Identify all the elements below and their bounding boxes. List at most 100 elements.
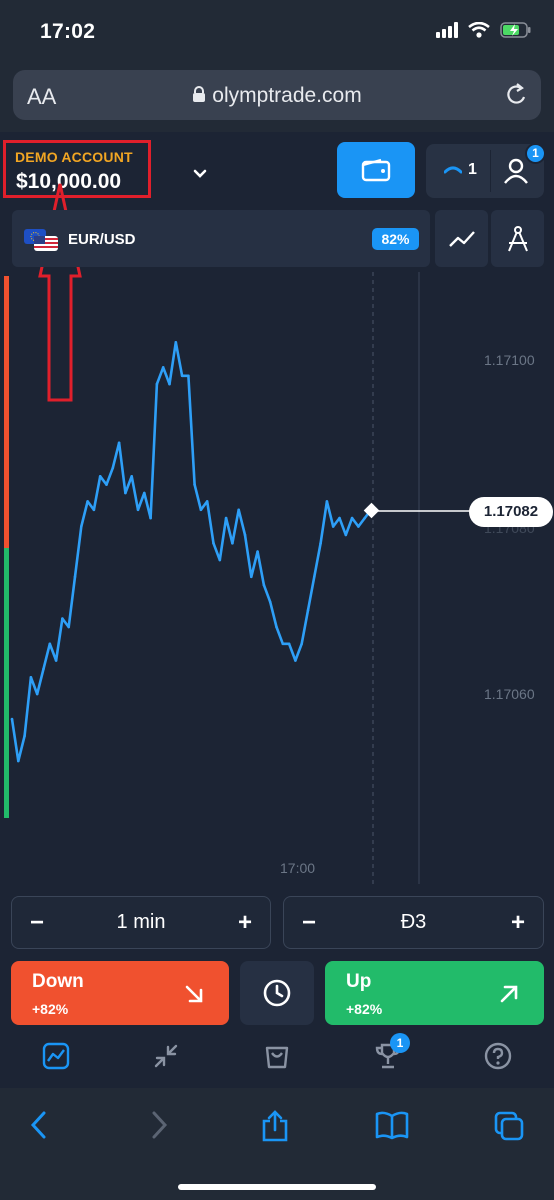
nav-market-bag-icon[interactable] xyxy=(263,1042,291,1070)
price-point xyxy=(313,575,316,579)
price-point xyxy=(117,441,121,445)
chevron-down-icon[interactable] xyxy=(190,168,210,180)
trades-icon[interactable] xyxy=(444,164,462,174)
price-point xyxy=(143,491,146,495)
app-bottom-nav xyxy=(0,1032,554,1088)
price-point xyxy=(48,642,52,646)
ios-status-bar: 17:02 xyxy=(0,0,554,64)
price-point xyxy=(205,500,209,503)
price-point xyxy=(231,542,234,545)
price-point xyxy=(350,516,354,520)
price-point xyxy=(237,508,240,512)
up-button[interactable]: Up +82% xyxy=(325,961,544,1025)
cellular-signal-icon xyxy=(436,22,458,38)
open-trades-count[interactable]: 1 xyxy=(468,161,477,179)
home-indicator xyxy=(178,1184,376,1190)
wallet-button[interactable] xyxy=(337,142,415,198)
price-point xyxy=(29,676,33,679)
account-type-label: DEMO ACCOUNT xyxy=(15,149,133,165)
x-tick-label: 17:00 xyxy=(280,860,316,876)
price-point xyxy=(136,508,140,512)
price-point xyxy=(149,516,152,520)
price-chart[interactable]: 1.17100 1.17080 1.17060 17:00 1.17082 xyxy=(0,272,554,884)
asset-selector[interactable]: EUR/USD 82% xyxy=(12,210,430,267)
price-point xyxy=(23,734,26,738)
arrow-down-right-icon xyxy=(185,985,203,1003)
price-series-line xyxy=(10,341,373,763)
duration-stepper: − 1 min + xyxy=(11,896,271,949)
line-chart-icon xyxy=(448,230,475,247)
price-point xyxy=(111,466,115,470)
down-label: Down xyxy=(32,971,84,992)
price-point xyxy=(300,642,304,646)
price-point xyxy=(256,550,259,553)
nav-help-icon[interactable] xyxy=(484,1042,512,1070)
price-point xyxy=(357,525,360,528)
amount-value[interactable]: Đ3 xyxy=(284,911,543,934)
drawing-tools-button[interactable] xyxy=(491,210,544,267)
price-point xyxy=(338,516,341,520)
price-point xyxy=(105,483,108,486)
price-point xyxy=(224,516,228,520)
amount-plus-button[interactable]: + xyxy=(511,909,525,937)
price-point xyxy=(331,525,335,528)
status-icons xyxy=(436,22,532,38)
status-time: 17:02 xyxy=(40,20,96,43)
nav-trades-arrows-icon[interactable] xyxy=(152,1042,180,1070)
clock-icon xyxy=(263,979,291,1007)
price-point xyxy=(344,533,348,537)
battery-charging-icon xyxy=(500,22,531,38)
price-point xyxy=(319,542,322,545)
up-payout: +82% xyxy=(346,1001,383,1017)
price-point xyxy=(155,382,159,386)
price-point xyxy=(174,341,178,344)
chart-canvas[interactable] xyxy=(0,272,554,884)
price-point xyxy=(193,483,196,486)
price-point xyxy=(168,382,171,386)
price-point xyxy=(124,491,127,495)
price-point xyxy=(54,659,58,662)
duration-value[interactable]: 1 min xyxy=(12,911,270,934)
url-display[interactable]: olymptrade.com xyxy=(13,84,541,108)
price-point xyxy=(86,500,89,503)
price-point xyxy=(180,374,184,378)
expiry-time-button[interactable] xyxy=(240,961,314,1025)
price-point xyxy=(73,575,77,579)
price-point xyxy=(10,717,14,721)
down-payout: +82% xyxy=(32,1001,69,1017)
duration-plus-button[interactable]: + xyxy=(238,909,252,937)
price-point xyxy=(67,625,70,629)
current-price-tag: 1.17082 xyxy=(469,497,553,527)
down-zone-bar xyxy=(4,276,9,548)
y-tick-label: 1.17100 xyxy=(484,352,535,368)
price-point xyxy=(35,692,39,696)
down-button[interactable]: Down +82% xyxy=(11,961,229,1025)
price-point xyxy=(325,500,329,503)
wallet-icon xyxy=(361,158,391,182)
forward-icon[interactable] xyxy=(148,1110,170,1140)
url-text: olymptrade.com xyxy=(212,84,362,107)
price-point xyxy=(42,667,45,671)
share-icon[interactable] xyxy=(260,1110,290,1142)
price-point xyxy=(80,525,83,528)
nav-trade-chart-icon[interactable] xyxy=(42,1042,70,1070)
back-icon[interactable] xyxy=(28,1110,50,1140)
price-point xyxy=(17,759,20,763)
price-point xyxy=(187,374,190,378)
user-profile-icon[interactable] xyxy=(502,157,530,185)
price-point xyxy=(161,366,165,369)
reload-icon[interactable] xyxy=(505,82,529,108)
tabs-icon[interactable] xyxy=(493,1110,525,1142)
bookmarks-icon[interactable] xyxy=(374,1110,410,1140)
lock-icon xyxy=(193,86,206,102)
chart-type-button[interactable] xyxy=(435,210,488,267)
price-point xyxy=(294,659,297,662)
price-point xyxy=(363,516,367,520)
trophy-badge: 1 xyxy=(390,1033,410,1053)
price-point xyxy=(92,508,96,512)
price-point xyxy=(98,475,102,478)
price-point xyxy=(130,475,133,478)
price-point xyxy=(199,508,203,512)
address-bar[interactable]: AA olymptrade.com xyxy=(13,70,541,120)
up-zone-bar xyxy=(4,548,9,818)
